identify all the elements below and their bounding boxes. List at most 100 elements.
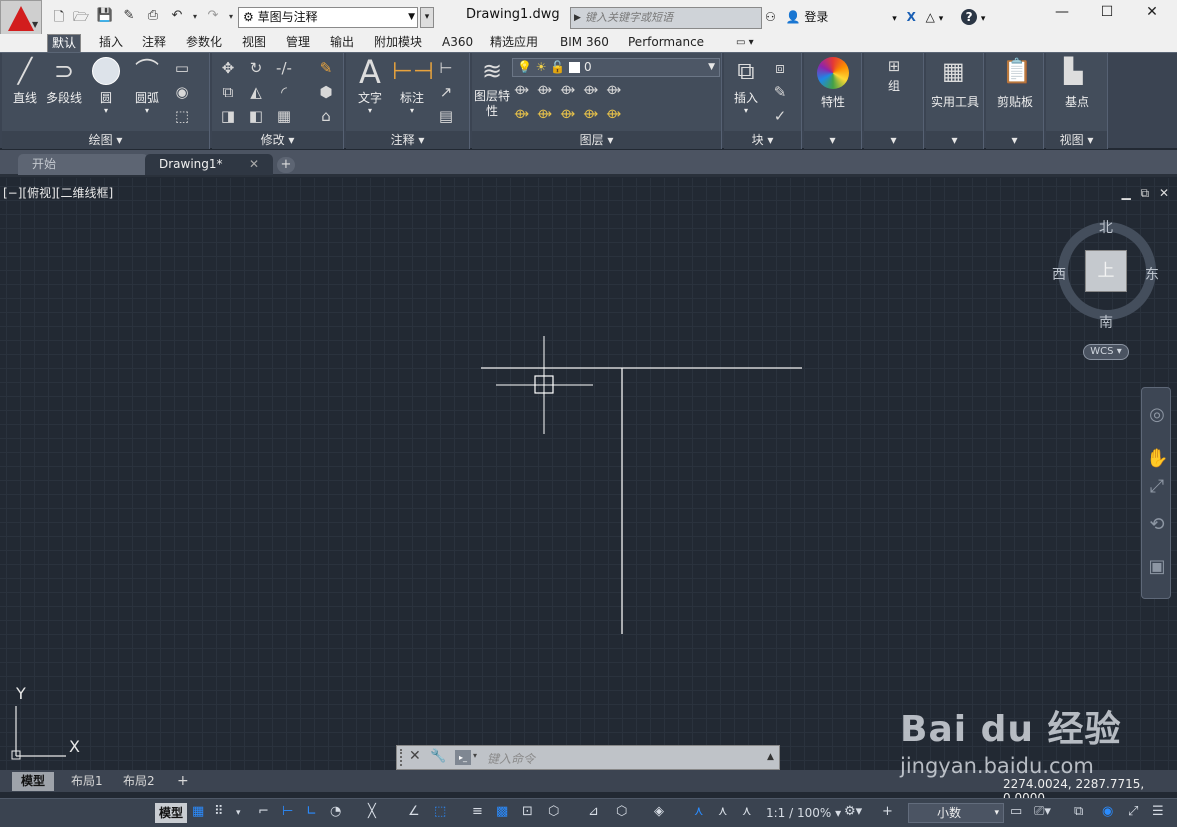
layer-tools-row-1[interactable]: ⟴⟴⟴⟴⟴ — [514, 83, 629, 98]
create-block-icon[interactable]: ⧈ — [770, 59, 790, 77]
compass-north[interactable]: 北 — [1099, 217, 1113, 237]
hatch-icon[interactable]: ◉ — [172, 83, 192, 101]
zoom-extents-icon[interactable]: ⤢ — [1146, 476, 1168, 497]
annotation-scale-icon[interactable]: ⋏ — [742, 804, 752, 819]
tab-output[interactable]: 输出 — [326, 34, 358, 53]
stretch-icon[interactable]: ◨ — [218, 107, 238, 125]
pan-hand-icon[interactable]: ✋ — [1146, 448, 1168, 469]
tab-bim360[interactable]: BIM 360 — [556, 34, 613, 53]
tab-layout1[interactable]: 布局1 — [62, 772, 112, 791]
login-label[interactable]: 登录 — [804, 10, 828, 24]
polyline-tool[interactable]: ⊃ 多段线 — [42, 57, 86, 106]
annotation-visibility-icon[interactable]: ⋏ — [694, 804, 704, 819]
ortho-icon[interactable]: ∟ — [306, 804, 317, 819]
explode-icon[interactable]: ⬢ — [316, 83, 336, 101]
table-icon[interactable]: ▤ — [436, 107, 456, 125]
chevron-down-icon[interactable]: ▾ — [236, 808, 241, 818]
autodesk-360-icon[interactable]: △ — [926, 10, 935, 24]
chevron-down-icon[interactable]: ▾ — [981, 14, 986, 24]
new-file-icon[interactable]: 🗋 — [50, 8, 68, 30]
hardware-acceleration-icon[interactable]: ◉ — [1102, 804, 1113, 819]
ribbon-minimize-icon[interactable]: ▭ ▾ — [732, 34, 758, 53]
view-panel[interactable]: ▙ 基点 视图 ▾ — [1046, 53, 1108, 149]
rectangle-icon[interactable]: ▭ — [172, 59, 192, 77]
isolate-objects-icon[interactable]: ⧉ — [1074, 804, 1083, 819]
block-panel-title[interactable]: 块 ▾ — [724, 131, 801, 149]
offset-icon[interactable]: ⌂ — [316, 107, 336, 125]
tab-layout2[interactable]: 布局2 — [114, 772, 164, 791]
layers-panel-title[interactable]: 图层 ▾ — [472, 131, 721, 149]
selection-cycling-icon[interactable]: ⊡ — [522, 804, 533, 819]
chevron-down-icon[interactable]: ▾ — [892, 14, 897, 24]
tab-drawing1[interactable]: Drawing1* ✕ — [145, 154, 273, 175]
scale-icon[interactable]: ◧ — [246, 107, 266, 125]
polar-tracking-icon[interactable]: ◔ — [330, 804, 341, 819]
linear-dim-icon[interactable]: ⊢ — [436, 59, 456, 77]
binoculars-icon[interactable]: ⚇ — [765, 10, 776, 24]
block-attributes-icon[interactable]: ✓ — [770, 107, 790, 125]
rotate-icon[interactable]: ↻ — [246, 59, 266, 77]
snap-icon[interactable]: ⠿ — [214, 804, 224, 819]
tab-a360[interactable]: A360 — [438, 34, 477, 53]
array-icon[interactable]: ▦ — [274, 107, 294, 125]
chevron-down-icon[interactable]: ▾ — [926, 131, 983, 149]
undo-icon[interactable]: ↶ — [168, 8, 186, 23]
chevron-down-icon[interactable]: ▾ — [473, 751, 477, 760]
move-icon[interactable]: ✥ — [218, 59, 238, 77]
circle-tool[interactable]: 圆 ▾ — [88, 57, 124, 115]
compass-south[interactable]: 南 — [1099, 312, 1113, 332]
workspace-switch-icon[interactable]: ⚙▾ — [844, 804, 862, 819]
modify-panel-title[interactable]: 修改 ▾ — [212, 131, 343, 149]
tab-default[interactable]: 默认 — [47, 34, 82, 53]
add-layout-icon[interactable]: + — [168, 772, 198, 791]
fillet-icon[interactable]: ◜ — [274, 83, 294, 101]
mirror-icon[interactable]: ◭ — [246, 83, 266, 101]
insert-tool[interactable]: ⧉ 插入 ▾ — [726, 57, 766, 115]
customization-menu-icon[interactable]: ☰ — [1152, 804, 1164, 819]
chevron-down-icon[interactable]: ▾ — [939, 14, 944, 24]
viewcube-top-face[interactable]: 上 — [1085, 250, 1127, 292]
infer-constraints-icon[interactable]: ⌐ — [258, 804, 269, 819]
copy-icon[interactable]: ⧉ — [218, 83, 238, 101]
annotation-panel-title[interactable]: 注释 ▾ — [346, 131, 469, 149]
drag-handle[interactable] — [400, 749, 404, 766]
lineweight-icon[interactable]: ≡ — [472, 804, 483, 819]
prompt-icon[interactable]: ▸_ — [455, 750, 471, 765]
new-tab-icon[interactable]: + — [277, 157, 295, 173]
isometric-drafting-icon[interactable]: ╳ — [368, 804, 376, 819]
steering-wheel-icon[interactable]: ◎ — [1146, 404, 1168, 425]
orbit-icon[interactable]: ⟲ — [1146, 514, 1168, 535]
workspace-select[interactable]: ⚙ 草图与注释 ▼ — [238, 7, 418, 28]
drawing-canvas[interactable] — [0, 178, 1177, 770]
customize-qat-button[interactable]: ▾ — [420, 7, 434, 28]
exchange-x-icon[interactable]: X — [907, 10, 916, 24]
chevron-down-icon[interactable]: ▾ — [864, 131, 923, 149]
open-file-icon[interactable]: 🗁 — [72, 8, 90, 30]
utilities-panel[interactable]: ▦ 实用工具 ▾ — [926, 53, 984, 149]
layer-tools-row-2[interactable]: ⟴⟴⟴⟴⟴ — [514, 107, 629, 122]
help-icon[interactable]: ? — [961, 9, 978, 25]
tab-view[interactable]: 视图 — [238, 34, 270, 53]
tab-addins[interactable]: 附加模块 — [370, 34, 426, 53]
trim-icon[interactable]: -/- — [274, 59, 294, 77]
edit-block-icon[interactable]: ✎ — [770, 83, 790, 101]
wrench-icon[interactable]: 🔧 — [430, 749, 446, 764]
units-select[interactable]: 小数 ▾ — [908, 803, 1004, 823]
boundary-icon[interactable]: ⬚ — [172, 107, 192, 125]
leader-icon[interactable]: ↗ — [436, 83, 456, 101]
draw-panel-title[interactable]: 绘图 ▾ — [2, 131, 209, 149]
erase-icon[interactable]: ✎ — [316, 59, 336, 77]
command-input[interactable]: 键入命令 — [487, 750, 535, 767]
close-icon[interactable]: ✕ — [409, 748, 421, 764]
compass-west[interactable]: 西 — [1052, 264, 1066, 284]
save-icon[interactable]: 💾 — [96, 8, 114, 23]
gizmo-icon[interactable]: ◈ — [654, 804, 664, 819]
lock-ui-icon[interactable]: ⎚▾ — [1034, 804, 1051, 819]
dynamic-input-icon[interactable]: ⊢ — [282, 804, 293, 819]
print-icon[interactable]: ⎙ — [144, 8, 162, 23]
grid-icon[interactable]: ▦ — [192, 804, 204, 819]
tab-annotate[interactable]: 注释 — [138, 34, 170, 53]
view-panel-title[interactable]: 视图 ▾ — [1046, 131, 1107, 149]
undo-dropdown-icon[interactable]: ▾ — [186, 12, 204, 21]
auto-scale-icon[interactable]: ⋏ — [718, 804, 728, 819]
